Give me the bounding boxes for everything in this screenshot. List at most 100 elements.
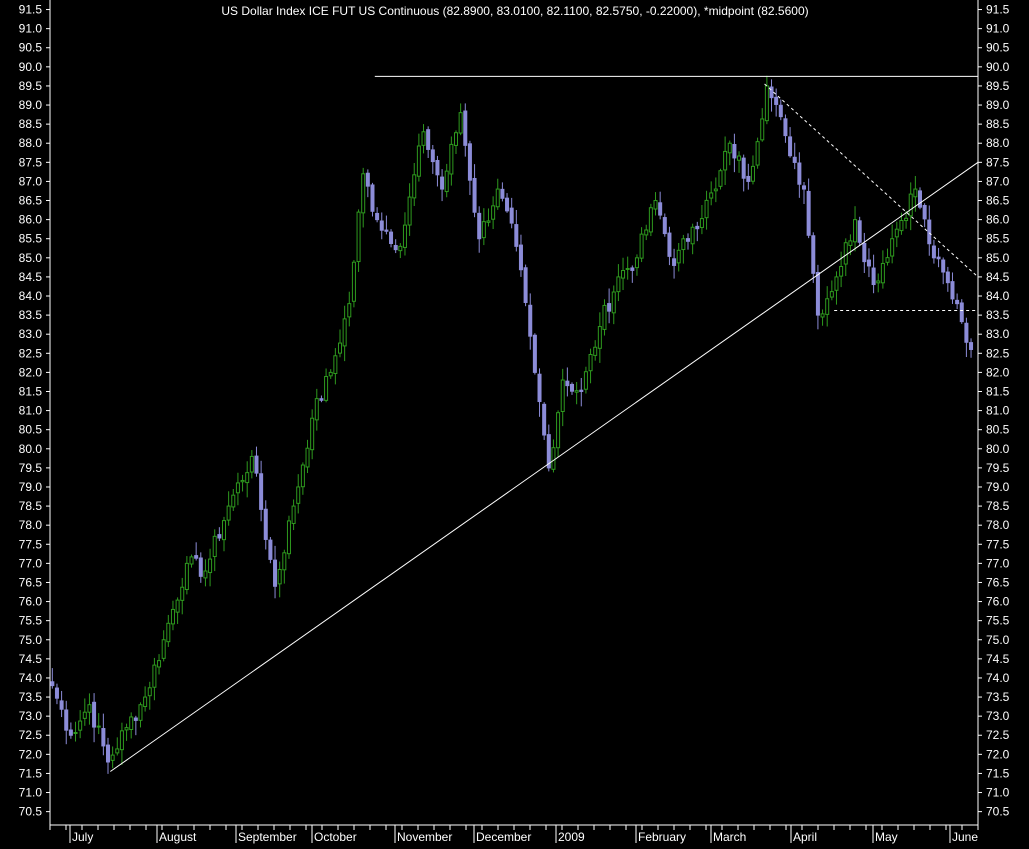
y-tick-label-right: 90.0 — [986, 60, 1010, 74]
x-tick-label: August — [159, 830, 197, 844]
y-tick-label-right: 86.0 — [986, 213, 1010, 227]
y-tick-label-right: 83.5 — [986, 308, 1010, 322]
y-tick-label-right: 81.0 — [986, 404, 1010, 418]
y-tick-label-left: 74.0 — [19, 671, 43, 685]
x-tick-label: September — [238, 830, 297, 844]
candle — [268, 537, 273, 564]
candle — [286, 515, 291, 559]
y-tick-label-right: 85.5 — [986, 232, 1010, 246]
y-tick-label-left: 82.5 — [19, 346, 43, 360]
y-tick-label-left: 88.5 — [19, 117, 43, 131]
y-tick-label-right: 90.5 — [986, 41, 1010, 55]
y-tick-label-right: 84.5 — [986, 270, 1010, 284]
y-tick-label-right: 80.5 — [986, 423, 1010, 437]
y-tick-label-left: 84.0 — [19, 289, 43, 303]
y-tick-label-right: 88.0 — [986, 136, 1010, 150]
y-tick-label-left: 81.5 — [19, 384, 43, 398]
y-tick-label-left: 82.0 — [19, 365, 43, 379]
candle — [857, 216, 862, 247]
y-tick-label-left: 70.5 — [19, 805, 43, 819]
y-tick-label-right: 74.5 — [986, 652, 1010, 666]
candle — [542, 402, 547, 440]
y-tick-label-right: 70.5 — [986, 805, 1010, 819]
y-tick-label-right: 87.5 — [986, 155, 1010, 169]
x-tick-label: October — [314, 830, 357, 844]
y-tick-label-left: 80.0 — [19, 442, 43, 456]
y-tick-label-right: 86.5 — [986, 194, 1010, 208]
y-tick-label-right: 71.5 — [986, 766, 1010, 780]
y-tick-label-right: 71.0 — [986, 786, 1010, 800]
x-tick-label: December — [476, 830, 531, 844]
y-tick-label-left: 71.0 — [19, 786, 43, 800]
y-tick-label-left: 87.0 — [19, 174, 43, 188]
y-tick-label-right: 75.0 — [986, 633, 1010, 647]
y-tick-label-right: 80.0 — [986, 442, 1010, 456]
candle — [718, 168, 723, 190]
y-tick-label-left: 79.5 — [19, 461, 43, 475]
y-tick-label-left: 84.5 — [19, 270, 43, 284]
y-tick-label-left: 87.5 — [19, 155, 43, 169]
y-tick-label-left: 86.5 — [19, 194, 43, 208]
y-tick-label-right: 75.5 — [986, 614, 1010, 628]
price-chart-svg: US Dollar Index ICE FUT US Continuous (8… — [0, 0, 1029, 844]
y-tick-label-right: 82.0 — [986, 365, 1010, 379]
y-tick-label-right: 78.5 — [986, 499, 1010, 513]
y-tick-label-left: 73.0 — [19, 709, 43, 723]
candle — [351, 260, 356, 308]
y-tick-label-right: 88.5 — [986, 117, 1010, 131]
y-tick-label-right: 72.5 — [986, 728, 1010, 742]
y-tick-label-right: 81.5 — [986, 384, 1010, 398]
y-tick-label-left: 74.5 — [19, 652, 43, 666]
y-tick-label-right: 79.5 — [986, 461, 1010, 475]
y-tick-label-left: 75.0 — [19, 633, 43, 647]
y-tick-label-right: 89.0 — [986, 98, 1010, 112]
x-tick-label: February — [638, 830, 686, 844]
x-tick-label: April — [793, 830, 817, 844]
y-tick-label-left: 90.0 — [19, 60, 43, 74]
y-tick-label-left: 73.5 — [19, 690, 43, 704]
y-tick-label-left: 89.0 — [19, 98, 43, 112]
y-tick-label-left: 72.5 — [19, 728, 43, 742]
y-tick-label-left: 79.0 — [19, 480, 43, 494]
y-tick-label-left: 85.5 — [19, 232, 43, 246]
y-tick-label-right: 84.0 — [986, 289, 1010, 303]
y-tick-label-right: 85.0 — [986, 251, 1010, 265]
y-tick-label-left: 71.5 — [19, 766, 43, 780]
x-tick-label: November — [397, 830, 452, 844]
y-tick-label-right: 78.0 — [986, 518, 1010, 532]
candle — [917, 187, 923, 210]
y-tick-label-left: 85.0 — [19, 251, 43, 265]
x-tick-label: June — [952, 830, 978, 844]
candle — [523, 264, 528, 307]
candle — [532, 333, 537, 375]
y-tick-label-left: 72.0 — [19, 747, 43, 761]
candle — [370, 182, 375, 217]
y-tick-label-left: 77.0 — [19, 556, 43, 570]
y-tick-label-left: 83.5 — [19, 308, 43, 322]
candle — [755, 137, 760, 169]
chart-title: US Dollar Index ICE FUT US Continuous (8… — [221, 4, 808, 18]
y-tick-label-left: 81.0 — [19, 404, 43, 418]
y-tick-label-left: 78.5 — [19, 499, 43, 513]
y-tick-label-left: 75.5 — [19, 614, 43, 628]
y-tick-label-right: 91.0 — [986, 22, 1010, 36]
y-tick-label-right: 82.5 — [986, 346, 1010, 360]
y-tick-label-left: 88.0 — [19, 136, 43, 150]
x-tick-label: May — [875, 830, 898, 844]
y-tick-label-right: 87.0 — [986, 174, 1010, 188]
y-tick-label-right: 73.0 — [986, 709, 1010, 723]
y-tick-label-right: 77.5 — [986, 537, 1010, 551]
y-tick-label-right: 91.5 — [986, 3, 1010, 17]
y-tick-label-left: 83.0 — [19, 327, 43, 341]
y-tick-label-right: 79.0 — [986, 480, 1010, 494]
y-tick-label-right: 89.5 — [986, 79, 1010, 93]
y-tick-label-right: 76.5 — [986, 575, 1010, 589]
candle — [959, 299, 964, 324]
y-tick-label-right: 76.0 — [986, 595, 1010, 609]
y-tick-label-left: 91.0 — [19, 22, 43, 36]
y-tick-label-right: 83.0 — [986, 327, 1010, 341]
y-tick-label-right: 73.5 — [986, 690, 1010, 704]
y-tick-label-left: 76.5 — [19, 575, 43, 589]
y-tick-label-right: 72.0 — [986, 747, 1010, 761]
y-tick-label-left: 76.0 — [19, 595, 43, 609]
